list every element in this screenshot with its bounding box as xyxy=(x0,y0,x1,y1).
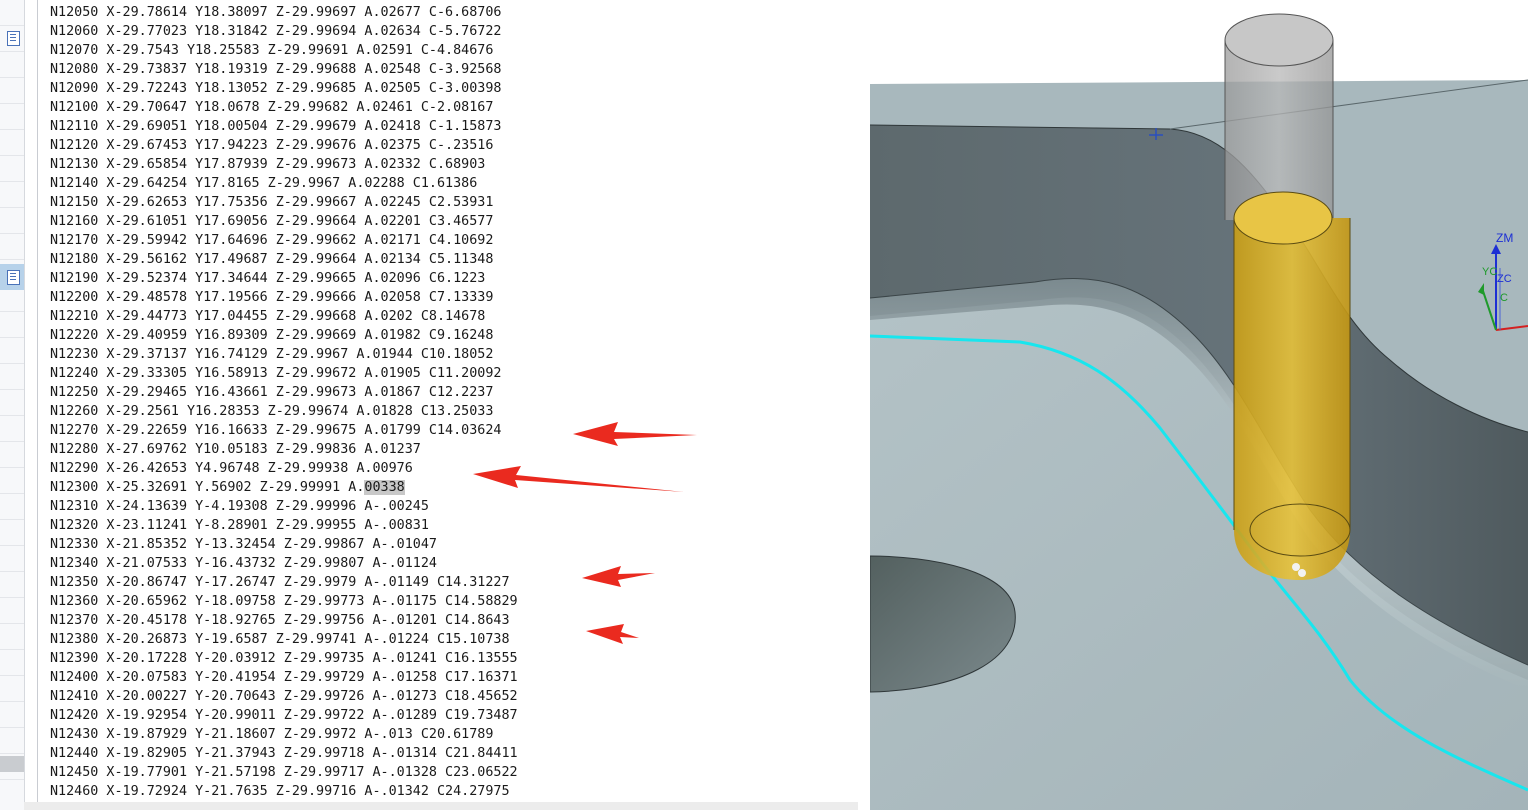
tool-cutter xyxy=(1234,218,1350,580)
annotation-arrows xyxy=(473,422,697,644)
annotation-arrow-3 xyxy=(582,566,655,587)
axis-label-yc: YC xyxy=(1482,266,1497,278)
tool-holder-top xyxy=(1224,13,1334,67)
axis-label-c: C xyxy=(1500,292,1508,304)
annotation-arrow-2 xyxy=(473,466,684,492)
3d-viewport[interactable]: ZM ZC YC C xyxy=(870,0,1528,810)
tool-contact-point xyxy=(1292,563,1300,571)
annotation-arrow-1 xyxy=(573,422,697,446)
part-model-render: ZM ZC YC C xyxy=(870,13,1528,810)
tool-cutter-top xyxy=(1233,191,1333,245)
tool-contact-point xyxy=(1298,569,1306,577)
axis-label-zc: ZC xyxy=(1497,273,1512,285)
annotation-arrow-4 xyxy=(586,624,639,644)
axis-label-zm: ZM xyxy=(1496,231,1513,245)
pane-divider[interactable] xyxy=(858,0,870,810)
